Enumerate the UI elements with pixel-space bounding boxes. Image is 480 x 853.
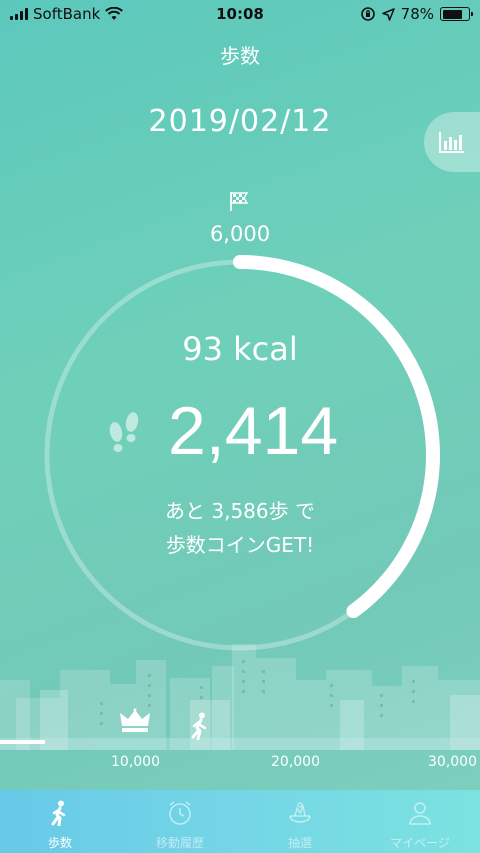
chart-button[interactable]: [424, 112, 480, 172]
lottery-icon: [289, 802, 311, 823]
city-skyline: [0, 644, 480, 750]
goal-flag-icon: [230, 192, 249, 211]
battery-percent: 78%: [400, 5, 434, 23]
kcal-label: 93 kcal: [182, 330, 298, 368]
tab-mypage[interactable]: マイページ: [360, 790, 480, 853]
tab-steps[interactable]: 歩数: [0, 790, 120, 853]
footprints-icon: [109, 412, 139, 452]
tab-history[interactable]: 移動履歴: [120, 790, 240, 853]
goal-steps: 6,000: [209, 222, 271, 246]
tab-label: マイページ: [390, 836, 450, 850]
step-count: 2,414: [168, 393, 339, 469]
remaining-line-2: 歩数コインGET!: [165, 533, 315, 557]
milestone-tick: 20,000: [271, 754, 320, 770]
crown-icon: [120, 708, 150, 732]
status-right: 78%: [360, 5, 473, 23]
tab-label: 移動履歴: [155, 836, 204, 850]
orientation-lock-icon: [360, 7, 375, 21]
date-label[interactable]: 2019/02/12: [0, 104, 480, 139]
clock-icon: [169, 801, 191, 825]
battery-fill: [442, 9, 462, 19]
page-title: 歩数: [220, 44, 260, 68]
tab-label: 歩数: [47, 836, 72, 850]
milestone-progress: [0, 740, 45, 744]
tab-lottery[interactable]: 抽選: [240, 790, 360, 853]
bar-chart-icon: [439, 132, 464, 153]
status-bar: SoftBank 10:08 78%: [0, 0, 480, 28]
battery-icon: [440, 7, 473, 21]
remaining-message: あと 3,586歩 で 歩数コインGET!: [0, 494, 480, 562]
milestone-track: [0, 740, 480, 744]
milestone-tick: 30,000: [428, 754, 477, 770]
tab-bar: 歩数 移動履歴 抽選 マイページ: [0, 790, 480, 853]
location-icon: [381, 7, 395, 21]
milestone-tick: 10,000: [111, 754, 160, 770]
tab-label: 抽選: [287, 836, 312, 850]
walker-icon: [191, 712, 207, 740]
walk-icon: [51, 800, 66, 826]
person-icon: [409, 802, 431, 825]
remaining-line-1: あと 3,586歩 で: [165, 499, 315, 523]
